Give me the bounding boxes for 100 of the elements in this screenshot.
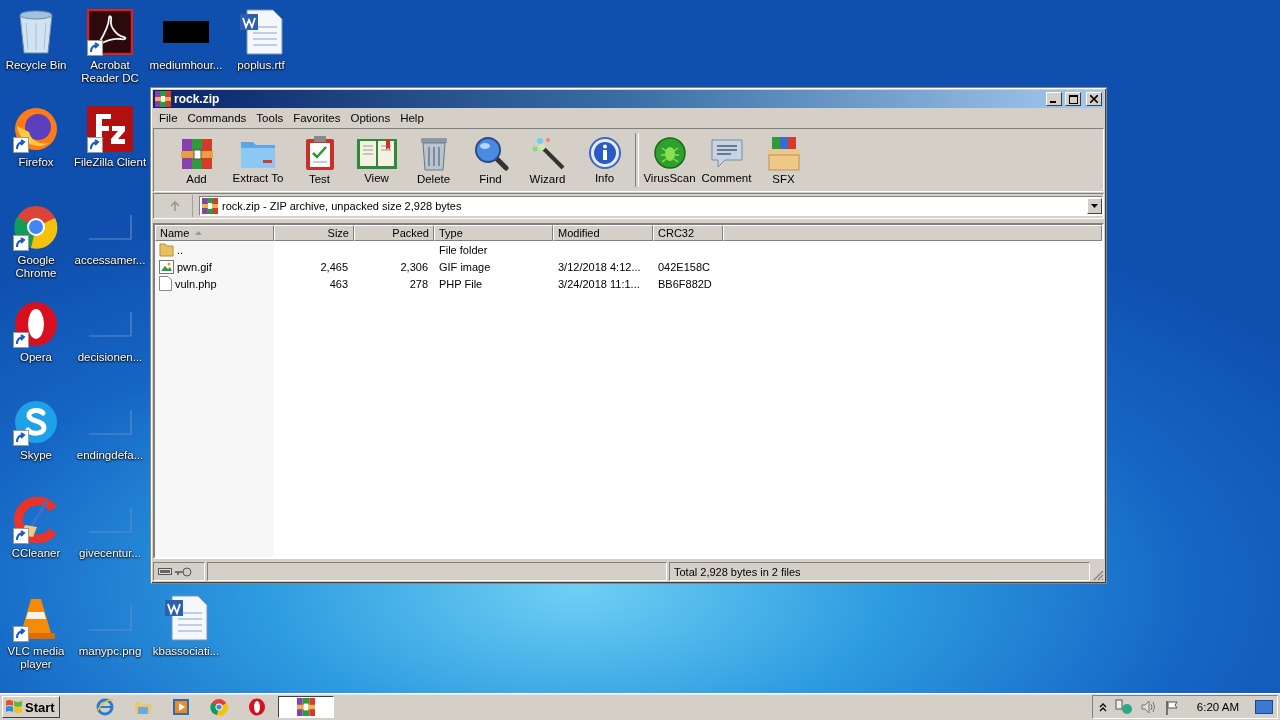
desktop-icon-label[interactable]: manypc.png	[72, 645, 148, 658]
speaker-icon[interactable]	[1140, 700, 1157, 714]
chrome-icon	[209, 698, 228, 716]
toolbar-button[interactable]: Info	[576, 131, 633, 189]
resize-grip-icon[interactable]	[1092, 569, 1104, 581]
desktop-icon-label[interactable]: Recycle Bin	[0, 59, 74, 72]
media-player-icon	[171, 698, 190, 716]
toolbar-button[interactable]: View	[348, 131, 405, 189]
box-icon	[763, 135, 804, 171]
desktop-icon-label[interactable]: Acrobat Reader DC	[72, 59, 148, 85]
toolbar-button[interactable]: Comment	[698, 131, 755, 189]
table-cell-text: PHP File	[438, 277, 484, 290]
path-field[interactable]: rock.zip - ZIP archive, unpacked size 2,928 bytes	[199, 196, 1103, 216]
dropdown-button[interactable]	[1087, 198, 1102, 214]
menu-item[interactable]: Commands	[182, 111, 252, 124]
table-cell-text: 2,306	[399, 260, 429, 273]
menu-item[interactable]: File	[154, 111, 183, 124]
close-button[interactable]	[1086, 92, 1102, 106]
toolbar-button[interactable]: Find	[462, 131, 519, 189]
column-header[interactable]: CRC32	[653, 225, 723, 241]
toolbar-button[interactable]: Extract To	[225, 131, 291, 189]
table-cell-text: BB6F882D	[657, 277, 713, 290]
clock[interactable]: 6:20 AM	[1196, 701, 1239, 713]
dark-thumbnail-icon	[163, 21, 209, 43]
ccleaner-icon	[13, 497, 59, 543]
flag-icon[interactable]	[1164, 699, 1179, 715]
table-cell-text: 278	[408, 277, 429, 290]
opera-icon	[247, 698, 266, 716]
table-cell-text: 2,465	[319, 260, 349, 273]
window-title: rock.zip	[174, 92, 221, 106]
speech-bubble-icon	[708, 136, 745, 170]
maximize-button[interactable]	[1065, 92, 1081, 106]
desktop-icon-label[interactable]: accessamer...	[72, 254, 148, 267]
windows-logo-icon	[5, 699, 23, 715]
menu-item[interactable]: Help	[395, 111, 429, 124]
desktop-icon-label[interactable]: kbassociati...	[148, 645, 224, 658]
toolbar-button[interactable]: Delete	[405, 131, 462, 189]
toolbar-button[interactable]: VirusScan	[641, 131, 698, 189]
menu-item[interactable]: Tools	[251, 111, 289, 124]
up-arrow-icon	[168, 200, 181, 212]
menu-item[interactable]: Options	[345, 111, 396, 124]
file-name[interactable]: ..	[177, 243, 184, 256]
desktop-icon-label[interactable]: VLC media player	[0, 645, 74, 671]
bug-scan-icon	[652, 136, 687, 170]
desktop-icon-label[interactable]: FileZilla Client	[72, 156, 148, 169]
firefox-icon	[13, 106, 59, 152]
close-icon	[1090, 95, 1098, 103]
minimize-button[interactable]	[1046, 92, 1062, 106]
taskbar-app-button[interactable]	[277, 696, 334, 718]
table-cell-text: 3/24/2018 11:1...	[557, 277, 641, 290]
desktop-icon-label[interactable]: CCleaner	[0, 547, 74, 560]
app-icon	[155, 91, 171, 107]
blank-thumbnail-icon	[88, 507, 132, 533]
magnifier-icon	[472, 135, 509, 171]
toolbar-button[interactable]: Wizard	[519, 131, 576, 189]
desktop-icon-label[interactable]: Skype	[0, 449, 74, 462]
key-icon	[175, 566, 192, 577]
status-text: Total 2,928 bytes in 2 files	[674, 565, 801, 578]
toolbar-button[interactable]: Add	[168, 131, 225, 189]
blank-thumbnail-icon	[88, 605, 132, 631]
menu-item[interactable]: Favorites	[288, 111, 346, 124]
maximize-icon	[1068, 94, 1078, 104]
info-icon	[587, 136, 622, 170]
desktop-icon-label[interactable]: poplus.rtf	[223, 59, 299, 72]
desktop-icon-label[interactable]: Google Chrome	[0, 254, 74, 280]
open-book-icon	[355, 136, 398, 170]
column-header[interactable]: Size	[274, 225, 354, 241]
table-cell-text: 3/12/2018 4:12...	[557, 260, 642, 273]
skype-icon	[13, 399, 59, 445]
desktop-icon-label[interactable]: Firefox	[0, 156, 74, 169]
file-name[interactable]: vuln.php	[175, 277, 217, 290]
chevron-up-icon[interactable]	[1098, 702, 1107, 712]
blank-thumbnail-icon	[88, 409, 132, 435]
desktop-icon-label[interactable]: mediumhour...	[148, 59, 224, 72]
file-icon	[159, 276, 172, 291]
file-name[interactable]: pwn.gif	[177, 260, 212, 273]
table-cell-text: File folder	[438, 243, 489, 256]
ie-icon	[95, 698, 114, 716]
image-file-icon	[159, 259, 174, 274]
desktop-icon-label[interactable]: decisionen...	[72, 351, 148, 364]
desktop-icon-label[interactable]: Opera	[0, 351, 74, 364]
column-header[interactable]: Packed	[354, 225, 434, 241]
desktop-icon-label[interactable]: givecentur...	[72, 547, 148, 560]
recycle-bin-icon	[16, 9, 56, 55]
column-header[interactable]: Type	[434, 225, 553, 241]
table-cell-text: 042E158C	[657, 260, 711, 273]
document-icon	[239, 9, 283, 55]
blank-thumbnail-icon	[88, 214, 132, 240]
start-button[interactable]: Start	[2, 696, 60, 718]
drive-icon	[158, 568, 172, 575]
network-icon[interactable]	[1114, 699, 1133, 715]
table-cell-text: GIF image	[438, 260, 492, 273]
column-header[interactable]: Modified	[553, 225, 653, 241]
blank-thumbnail-icon	[88, 311, 132, 337]
desktop-icon-label[interactable]: endingdefa...	[72, 449, 148, 462]
document-icon	[164, 595, 208, 641]
column-header[interactable]: Name	[155, 225, 274, 241]
toolbar-button[interactable]: Test	[291, 131, 348, 189]
caret-icon	[1091, 204, 1098, 208]
toolbar-button[interactable]: SFX	[755, 131, 812, 189]
